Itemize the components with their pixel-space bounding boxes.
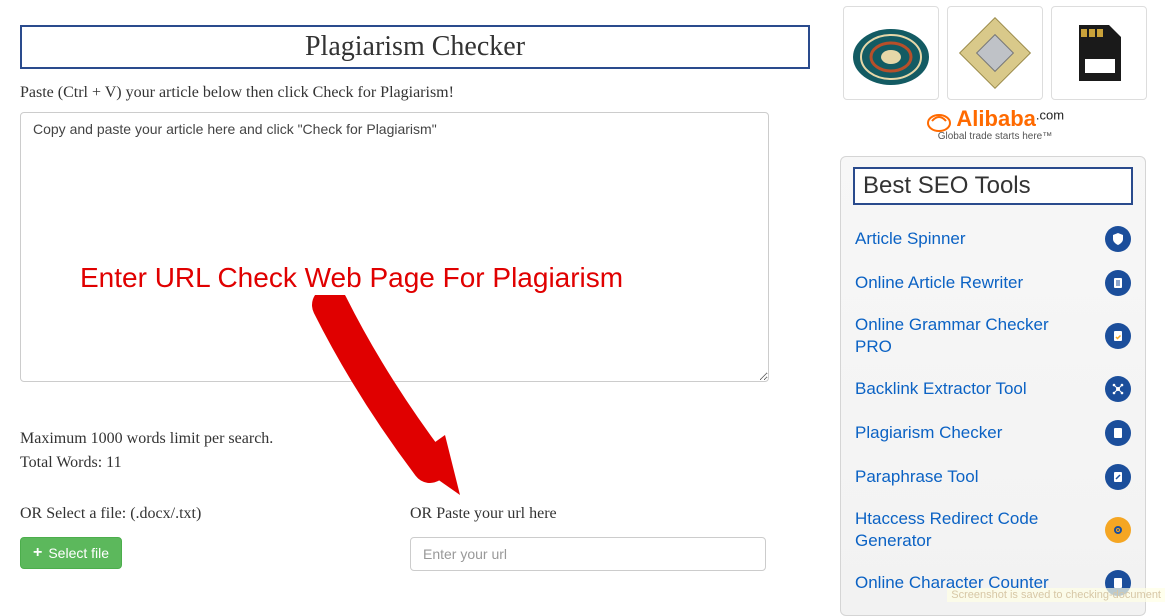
tool-link[interactable]: Plagiarism Checker (855, 422, 1002, 444)
tool-link[interactable]: Online Grammar Checker PRO (855, 314, 1085, 358)
page-title-box: Plagiarism Checker (20, 25, 810, 69)
alibaba-logo-block[interactable]: Alibaba.com Global trade starts here™ (840, 106, 1150, 142)
tool-item-backlink-extractor[interactable]: Backlink Extractor Tool (841, 367, 1145, 411)
edit-icon (1105, 464, 1131, 490)
tool-link[interactable]: Htaccess Redirect Code Generator (855, 508, 1085, 552)
tool-link[interactable]: Backlink Extractor Tool (855, 378, 1027, 400)
doc-check-icon (1105, 323, 1131, 349)
tool-item-paraphrase[interactable]: Paraphrase Tool (841, 455, 1145, 499)
alibaba-brand-name: Alibaba (956, 106, 1035, 131)
ad-product-cpu[interactable] (947, 6, 1043, 100)
shield-icon (1105, 226, 1131, 252)
tools-panel-header: Best SEO Tools (853, 167, 1133, 205)
alibaba-brand-suffix: .com (1036, 108, 1064, 123)
alibaba-tagline: Global trade starts here™ (840, 131, 1150, 142)
tool-link[interactable]: Online Article Rewriter (855, 272, 1023, 294)
ad-product-sdcard[interactable] (1051, 6, 1147, 100)
tool-link[interactable]: Article Spinner (855, 228, 966, 250)
tool-item-grammar-checker[interactable]: Online Grammar Checker PRO (841, 305, 1145, 367)
select-file-button-label: Select file (48, 545, 109, 561)
tool-item-htaccess-redirect[interactable]: Htaccess Redirect Code Generator (841, 499, 1145, 561)
paste-instruction: Paste (Ctrl + V) your article below then… (20, 84, 810, 102)
max-words-limit: Maximum 1000 words limit per search. (20, 427, 810, 451)
select-file-label: OR Select a file: (.docx/.txt) (20, 505, 410, 523)
ad-product-cushion[interactable] (843, 6, 939, 100)
best-seo-tools-panel: Best SEO Tools Article Spinner Online Ar… (840, 156, 1146, 616)
paste-url-label: OR Paste your url here (410, 505, 810, 523)
gear-icon (1105, 517, 1131, 543)
limits-block: Maximum 1000 words limit per search. Tot… (20, 427, 810, 475)
tool-item-plagiarism-checker[interactable]: Plagiarism Checker (841, 411, 1145, 455)
total-words-count: Total Words: 11 (20, 451, 810, 475)
plus-icon: + (33, 545, 42, 561)
tool-link[interactable]: Paraphrase Tool (855, 466, 979, 488)
article-textarea[interactable] (20, 112, 769, 382)
doc-lines-icon (1105, 270, 1131, 296)
url-input[interactable] (410, 537, 766, 571)
ad-row (840, 6, 1150, 100)
select-file-button[interactable]: + Select file (20, 537, 122, 569)
page-title: Plagiarism Checker (22, 31, 808, 63)
tool-item-article-rewriter[interactable]: Online Article Rewriter (841, 261, 1145, 305)
tool-item-article-spinner[interactable]: Article Spinner (841, 217, 1145, 261)
nodes-icon (1105, 376, 1131, 402)
screenshot-save-note: Screenshot is saved to checking-document (947, 588, 1165, 602)
page-icon (1105, 420, 1131, 446)
